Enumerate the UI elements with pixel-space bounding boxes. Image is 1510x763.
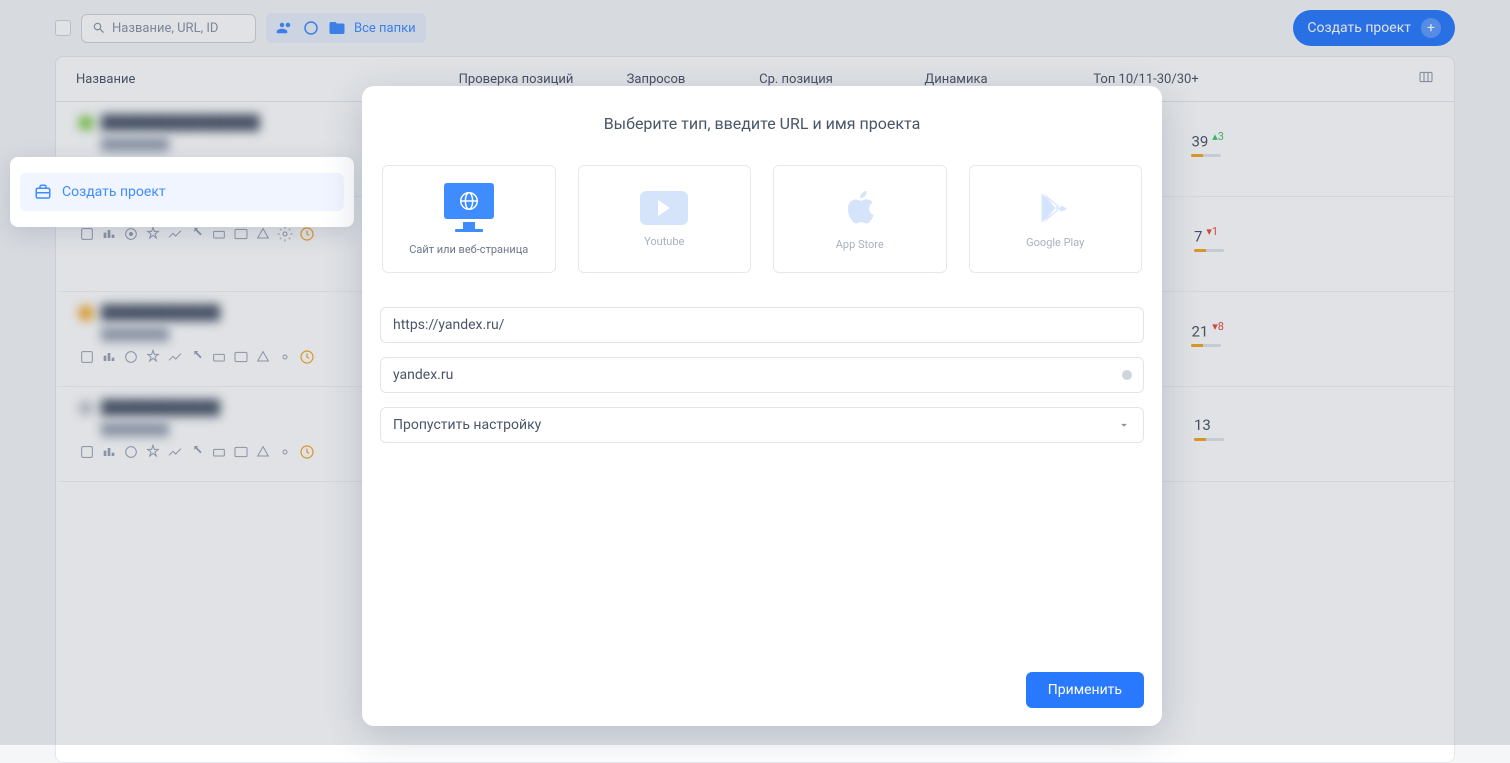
monitor-icon — [444, 183, 494, 219]
type-card-site[interactable]: Сайт или веб-страница — [382, 165, 556, 273]
card-label: Youtube — [644, 235, 684, 248]
modal-title: Выберите тип, введите URL и имя проекта — [380, 114, 1144, 133]
url-input[interactable] — [380, 307, 1144, 343]
type-card-googleplay[interactable]: Google Play — [969, 165, 1143, 273]
settings-select[interactable]: Пропустить настройку — [380, 407, 1144, 443]
project-type-cards: Сайт или веб-страница Youtube App Store … — [380, 165, 1144, 273]
card-label: Сайт или веб-страница — [409, 243, 528, 256]
youtube-icon — [640, 191, 688, 225]
appstore-icon — [840, 188, 880, 228]
apply-button[interactable]: Применить — [1026, 672, 1144, 708]
type-card-youtube[interactable]: Youtube — [578, 165, 752, 273]
modal-inputs: Пропустить настройку — [380, 307, 1144, 443]
chevron-down-icon — [1117, 418, 1131, 432]
googleplay-icon — [1037, 190, 1073, 226]
status-dot-icon — [1122, 370, 1132, 380]
create-project-modal: Выберите тип, введите URL и имя проекта … — [362, 86, 1162, 726]
create-project-hint[interactable]: Создать проект — [20, 173, 344, 211]
name-input[interactable] — [380, 357, 1144, 393]
hint-label: Создать проект — [62, 184, 166, 200]
side-hint-card: Создать проект — [10, 157, 354, 227]
select-label: Пропустить настройку — [393, 417, 541, 433]
modal-footer: Применить — [380, 672, 1144, 708]
card-label: Google Play — [1026, 236, 1084, 249]
card-label: App Store — [836, 238, 884, 251]
type-card-appstore[interactable]: App Store — [773, 165, 947, 273]
briefcase-icon — [34, 183, 52, 201]
